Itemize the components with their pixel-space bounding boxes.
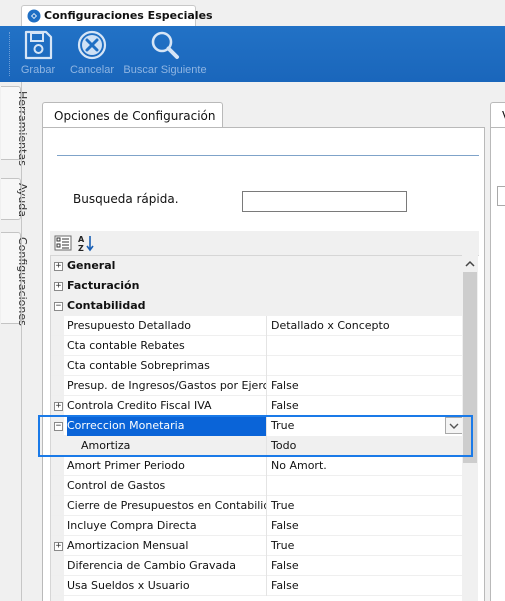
svg-text:A: A: [78, 235, 85, 244]
property-value[interactable]: Detallado x Concepto: [266, 316, 463, 336]
property-name: Control de Gastos: [67, 479, 166, 492]
expand-icon[interactable]: +: [54, 282, 63, 291]
property-name: Cierre de Presupuestos en Contabilidad: [67, 499, 266, 512]
property-row[interactable]: Presupuesto Detallado Detallado x Concept…: [51, 316, 463, 336]
property-row[interactable]: Amort Primer Periodo No Amort.: [51, 456, 463, 476]
property-name: Cta contable Sobreprimas: [67, 359, 210, 372]
property-name: Presup. de Ingresos/Gastos por Ejercicio: [67, 379, 266, 392]
alphabetical-sort-icon[interactable]: A Z: [77, 234, 95, 252]
save-button-label: Grabar: [20, 64, 56, 76]
expand-icon[interactable]: +: [54, 402, 63, 411]
property-row[interactable]: Cta contable Sobreprimas: [51, 356, 463, 376]
side-tab-ayuda[interactable]: Ayuda: [1, 178, 29, 220]
category-name: Facturación: [67, 279, 140, 292]
side-tab-divider: [21, 82, 22, 601]
cancel-circle-icon: [77, 30, 107, 60]
property-value[interactable]: False: [266, 556, 463, 576]
property-name: Amort Primer Periodo: [67, 459, 185, 472]
property-value[interactable]: True: [266, 536, 463, 556]
category-row[interactable]: + General: [51, 256, 463, 276]
property-row[interactable]: Diferencia de Cambio Gravada False: [51, 556, 463, 576]
property-value[interactable]: False: [266, 396, 463, 416]
property-row[interactable]: + Controla Credito Fiscal IVA False: [51, 396, 463, 416]
property-row[interactable]: Presup. de Ingresos/Gastos por Ejercicio…: [51, 376, 463, 396]
secondary-panel-field[interactable]: [497, 186, 505, 206]
dropdown-button[interactable]: [445, 417, 463, 434]
property-row[interactable]: Incluye Compra Directa False: [51, 516, 463, 536]
quick-search-input[interactable]: [242, 191, 407, 212]
property-value[interactable]: [266, 336, 463, 356]
property-value[interactable]: No Amort.: [266, 456, 463, 476]
property-value[interactable]: Todo: [266, 436, 463, 456]
tab-opciones-configuracion-label: Opciones de Configuración: [54, 109, 216, 123]
cancel-button-label: Cancelar: [69, 64, 115, 76]
settings-shield-icon: [27, 9, 41, 23]
property-value[interactable]: [266, 356, 463, 376]
scroll-up-arrow-icon[interactable]: [462, 257, 478, 271]
tab-secondary[interactable]: V: [490, 102, 505, 128]
collapse-icon[interactable]: −: [54, 302, 63, 311]
side-tab-ayuda-label: Ayuda: [16, 183, 29, 217]
document-tab-strip: Configuraciones Especiales: [0, 0, 505, 26]
property-row[interactable]: Cierre de Presupuestos en Contabilidad Tr…: [51, 496, 463, 516]
property-name: Amortizacion Mensual: [67, 539, 189, 552]
panel-divider: [57, 155, 479, 156]
property-name: Incluye Compra Directa: [67, 519, 197, 532]
property-name: Usa Sueldos x Usuario: [67, 579, 190, 592]
property-row[interactable]: − Correccion Monetaria True: [51, 416, 463, 436]
main-toolbar: Grabar Cancelar Buscar Siguiente: [0, 26, 505, 82]
side-tab-configuraciones-label: Configuraciones: [16, 237, 29, 326]
property-row[interactable]: + Amortizacion Mensual True: [51, 536, 463, 556]
property-name: Correccion Monetaria: [67, 416, 266, 436]
tab-opciones-configuracion[interactable]: Opciones de Configuración: [42, 102, 223, 128]
property-value[interactable]: [266, 476, 463, 496]
find-next-button-label: Buscar Siguiente: [123, 64, 207, 76]
find-next-button[interactable]: Buscar Siguiente: [122, 30, 208, 80]
property-row[interactable]: Cta contable Rebates: [51, 336, 463, 356]
property-row[interactable]: Control de Gastos: [51, 476, 463, 496]
chevron-down-icon: [449, 423, 459, 429]
property-grid: + General + Facturación − Contabilidad Presupu…: [50, 255, 479, 601]
expand-icon[interactable]: +: [54, 262, 63, 271]
property-grid-scrollbar[interactable]: [462, 255, 478, 601]
property-name: Presupuesto Detallado: [67, 319, 192, 332]
property-name: Controla Credito Fiscal IVA: [67, 399, 212, 412]
document-tab-label: Configuraciones Especiales: [44, 9, 213, 22]
category-name: General: [67, 259, 116, 272]
floppy-disk-icon: [24, 30, 53, 60]
category-row[interactable]: + Facturación: [51, 276, 463, 296]
property-value[interactable]: False: [266, 576, 463, 596]
property-name: Cta contable Rebates: [67, 339, 185, 352]
property-name: Diferencia de Cambio Gravada: [67, 559, 236, 572]
cancel-button[interactable]: Cancelar: [68, 30, 116, 80]
property-value[interactable]: False: [266, 376, 463, 396]
property-row[interactable]: Usa Sueldos x Usuario False: [51, 576, 463, 596]
side-tab-configuraciones[interactable]: Configuraciones: [1, 232, 29, 326]
property-row[interactable]: Amortiza Todo: [51, 436, 463, 456]
property-value[interactable]: True: [266, 496, 463, 516]
toolbar-grip: [9, 32, 10, 76]
property-value[interactable]: True: [266, 416, 463, 436]
property-name: Amortiza: [81, 439, 131, 452]
collapse-icon[interactable]: −: [54, 422, 63, 431]
expand-icon[interactable]: +: [54, 542, 63, 551]
property-value[interactable]: False: [266, 516, 463, 536]
quick-search-label: Busqueda rápida.: [73, 192, 179, 206]
categorized-view-icon[interactable]: [54, 234, 72, 252]
document-tab-configuraciones[interactable]: Configuraciones Especiales: [21, 5, 213, 26]
magnifier-icon: [151, 31, 179, 59]
property-grid-toolbar: A Z: [50, 231, 479, 255]
save-button[interactable]: Grabar: [18, 30, 58, 80]
svg-text:Z: Z: [78, 244, 84, 252]
category-name: Contabilidad: [67, 299, 146, 312]
scroll-thumb[interactable]: [463, 272, 477, 463]
side-tab-herramientas-label: Herramientas: [16, 91, 29, 166]
category-row[interactable]: − Contabilidad: [51, 296, 463, 316]
side-tab-herramientas[interactable]: Herramientas: [1, 86, 29, 166]
